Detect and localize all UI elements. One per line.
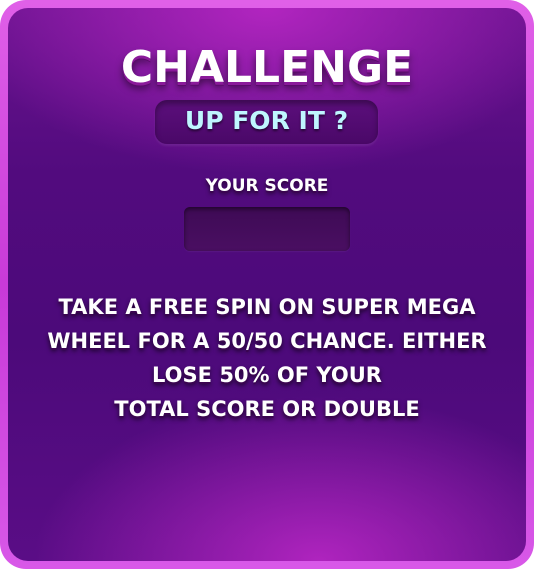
challenge-description: TAKE A FREE SPIN ON SUPER MEGA WHEEL FOR… bbox=[38, 290, 496, 426]
description-line: TOTAL SCORE OR DOUBLE bbox=[114, 397, 420, 421]
challenge-dialog-panel: CHALLENGE UP FOR IT ? YOUR SCORE TAKE A … bbox=[8, 8, 526, 561]
description-line: WHEEL FOR A 50/50 CHANCE. EITHER bbox=[47, 329, 487, 353]
description-line: TAKE A FREE SPIN ON SUPER MEGA bbox=[58, 295, 476, 319]
description-line: LOSE 50% OF YOUR bbox=[152, 363, 382, 387]
challenge-dialog-frame: CHALLENGE UP FOR IT ? YOUR SCORE TAKE A … bbox=[0, 0, 534, 569]
score-label: YOUR SCORE bbox=[205, 176, 329, 196]
dialog-title: CHALLENGE bbox=[120, 42, 414, 93]
score-display-box bbox=[184, 207, 350, 251]
dialog-subtitle: UP FOR IT ? bbox=[184, 106, 349, 135]
